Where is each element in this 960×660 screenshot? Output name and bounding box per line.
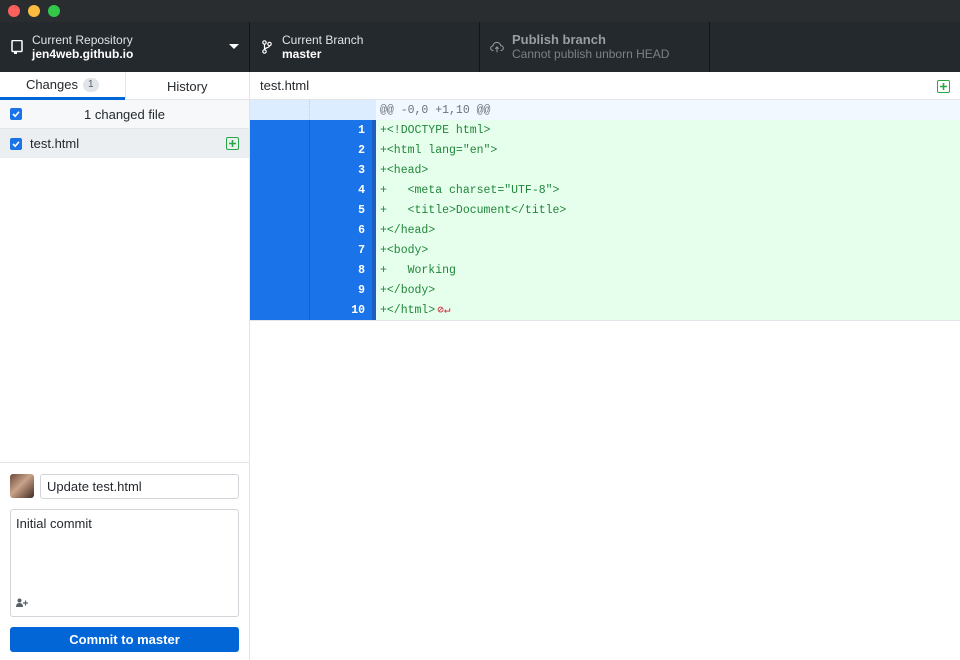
zoom-window-button[interactable] bbox=[48, 5, 60, 17]
select-all-checkbox[interactable] bbox=[10, 108, 22, 120]
file-added-icon bbox=[226, 137, 239, 150]
line-number: 10 bbox=[310, 300, 372, 320]
file-added-icon bbox=[937, 80, 950, 93]
diff-line[interactable]: 4 + <meta charset="UTF-8"> bbox=[250, 180, 960, 200]
sidebar-tabs: Changes 1 History bbox=[0, 72, 249, 100]
title-bar bbox=[0, 0, 960, 22]
repo-icon bbox=[10, 40, 24, 54]
changes-header: 1 changed file bbox=[0, 100, 249, 129]
add-coauthor-icon[interactable] bbox=[16, 598, 28, 610]
toolbar: Current Repository jen4web.github.io Cur… bbox=[0, 22, 960, 72]
line-number: 4 bbox=[310, 180, 372, 200]
line-number: 6 bbox=[310, 220, 372, 240]
diff-line[interactable]: 3 +<head> bbox=[250, 160, 960, 180]
file-include-checkbox[interactable] bbox=[10, 137, 22, 150]
diff-line[interactable]: 5 + <title>Document</title> bbox=[250, 200, 960, 220]
diff-line[interactable]: 8 + Working bbox=[250, 260, 960, 280]
tab-changes-label: Changes bbox=[25, 77, 78, 92]
branch-label: Current Branch bbox=[282, 33, 364, 47]
line-number: 1 bbox=[310, 120, 372, 140]
diff-line[interactable]: 1 +<!DOCTYPE html> bbox=[250, 120, 960, 140]
branch-icon bbox=[260, 40, 274, 54]
diff-line[interactable]: 7 +<body> bbox=[250, 240, 960, 260]
tab-history-label: History bbox=[167, 78, 208, 94]
line-code: +</body> bbox=[376, 280, 960, 300]
sidebar: Changes 1 History 1 changed file test.ht… bbox=[0, 72, 250, 660]
old-line-gutter bbox=[250, 100, 310, 120]
diff-line[interactable]: 9 +</body> bbox=[250, 280, 960, 300]
diff-line[interactable]: 2 +<html lang="en"> bbox=[250, 140, 960, 160]
line-code: +</html> bbox=[380, 303, 436, 317]
diff-view: @@ -0,0 +1,10 @@ 1 +<!DOCTYPE html> 2 +<ht… bbox=[250, 100, 960, 321]
diff-line[interactable]: 10 +</html> ⊘↵ bbox=[250, 300, 960, 320]
line-code: +<html lang="en"> bbox=[376, 140, 960, 160]
line-number: 2 bbox=[310, 140, 372, 160]
branch-name: master bbox=[282, 47, 322, 61]
publish-branch-label: Publish branch bbox=[512, 32, 606, 47]
diff-divider bbox=[250, 320, 960, 321]
line-number: 9 bbox=[310, 280, 372, 300]
diff-file-name: test.html bbox=[260, 78, 310, 93]
changed-file-name: test.html bbox=[30, 136, 80, 151]
line-code: + <meta charset="UTF-8"> bbox=[376, 180, 960, 200]
commit-description-field[interactable]: Initial commit bbox=[10, 509, 239, 617]
minimize-window-button[interactable] bbox=[28, 5, 40, 17]
line-number: 7 bbox=[310, 240, 372, 260]
app-window: Current Repository jen4web.github.io Cur… bbox=[0, 0, 960, 660]
changed-files-summary: 1 changed file bbox=[84, 106, 165, 122]
hunk-header-text: @@ -0,0 +1,10 @@ bbox=[376, 100, 960, 120]
diff-panel: test.html @@ -0,0 +1,10 @@ 1 +<!DOCTYPE h… bbox=[250, 72, 960, 660]
close-window-button[interactable] bbox=[8, 5, 20, 17]
diff-line[interactable]: 6 +</head> bbox=[250, 220, 960, 240]
commit-summary-input[interactable] bbox=[40, 474, 239, 499]
chevron-down-icon bbox=[229, 44, 239, 49]
hunk-header-line: @@ -0,0 +1,10 @@ bbox=[250, 100, 960, 120]
repository-label: Current Repository bbox=[32, 33, 133, 47]
diff-file-header: test.html bbox=[250, 72, 960, 100]
changed-file-row[interactable]: test.html bbox=[0, 129, 249, 158]
tab-changes[interactable]: Changes 1 bbox=[0, 72, 125, 100]
line-code: + Working bbox=[376, 260, 960, 280]
changes-count-badge: 1 bbox=[82, 77, 99, 92]
publish-branch-subtitle: Cannot publish unborn HEAD bbox=[512, 47, 670, 61]
line-code: +<head> bbox=[376, 160, 960, 180]
line-number: 8 bbox=[310, 260, 372, 280]
current-branch-button[interactable]: Current Branch master bbox=[250, 22, 480, 72]
avatar bbox=[10, 474, 34, 498]
line-code: + <title>Document</title> bbox=[376, 200, 960, 220]
line-number: 5 bbox=[310, 200, 372, 220]
line-code: +<body> bbox=[376, 240, 960, 260]
line-code: +<!DOCTYPE html> bbox=[376, 120, 960, 140]
new-line-gutter bbox=[310, 100, 372, 120]
current-repository-button[interactable]: Current Repository jen4web.github.io bbox=[0, 22, 250, 72]
publish-branch-button[interactable]: Publish branch Cannot publish unborn HEA… bbox=[480, 22, 710, 72]
tab-history[interactable]: History bbox=[124, 72, 250, 100]
commit-message-panel: Initial commit Commit to master bbox=[0, 462, 249, 660]
no-newline-icon: ⊘↵ bbox=[437, 305, 451, 317]
repository-name: jen4web.github.io bbox=[32, 47, 134, 61]
line-number: 3 bbox=[310, 160, 372, 180]
cloud-upload-icon bbox=[490, 40, 504, 54]
commit-description-text: Initial commit bbox=[16, 516, 92, 531]
line-code: +</head> bbox=[376, 220, 960, 240]
commit-button[interactable]: Commit to master bbox=[10, 627, 239, 652]
